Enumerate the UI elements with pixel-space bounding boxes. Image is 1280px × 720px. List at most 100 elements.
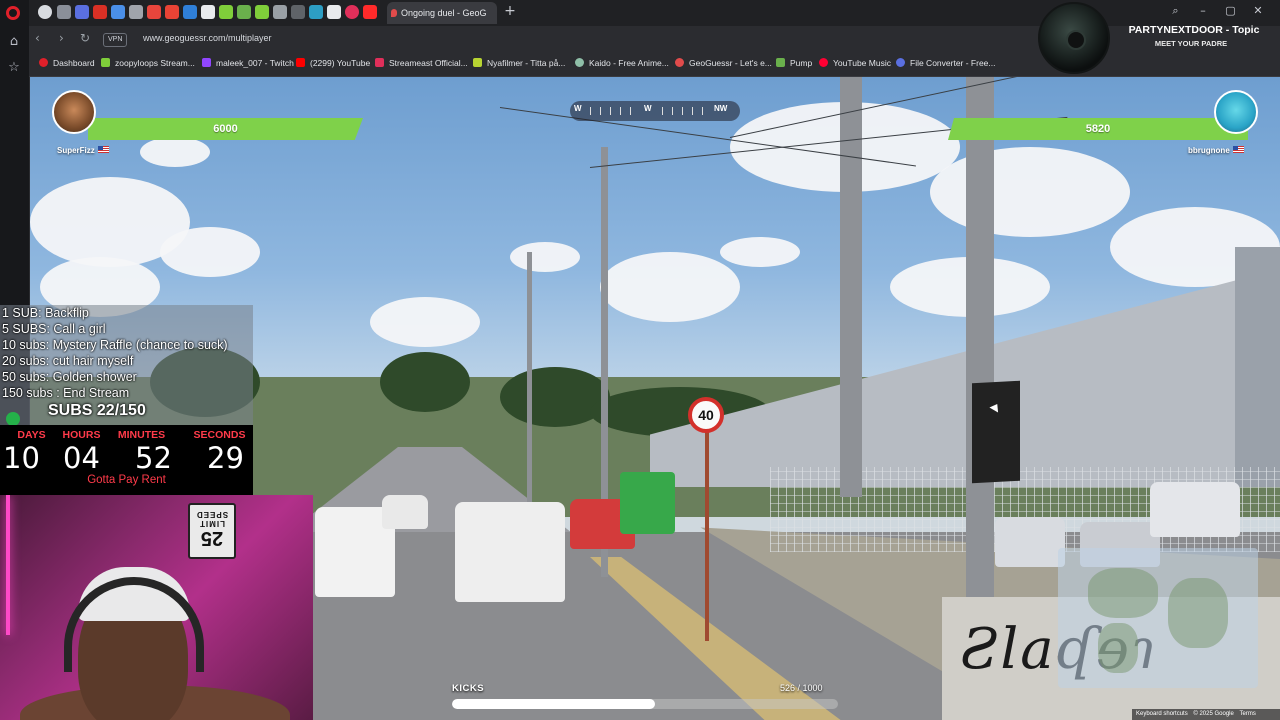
building-wall [1235, 247, 1280, 487]
player1-name[interactable]: SuperFizz [57, 146, 109, 155]
opera-logo-icon[interactable] [6, 6, 20, 20]
active-tab[interactable]: Ongoing duel - GeoG [387, 2, 497, 24]
now-playing-title: PARTYNEXTDOOR - Topic [1128, 24, 1260, 36]
copyright-text: © 2025 Google [1193, 711, 1234, 717]
maximize-icon[interactable]: ▢ [1219, 4, 1243, 17]
keyboard-shortcuts-link[interactable]: Keyboard shortcuts [1136, 711, 1188, 717]
kicks-label: KICKS [452, 683, 485, 694]
bookmark-favicon-icon [819, 58, 828, 67]
tab-favicon-icon[interactable] [255, 5, 269, 19]
webcam-feed: SPEED LIMIT 25 [0, 495, 313, 720]
tab-favicon-icon[interactable] [57, 5, 71, 19]
bookmark-favicon-icon [296, 58, 305, 67]
geoguessr-pin-icon [391, 9, 397, 17]
countdown-caption: Gotta Pay Rent [87, 474, 166, 486]
compass-tick [662, 107, 663, 115]
terms-link[interactable]: Terms [1240, 711, 1256, 717]
bookmark-item[interactable]: GeoGuessr - Let's e... [675, 58, 772, 68]
tab-favicon-icon[interactable] [183, 5, 197, 19]
bookmark-item[interactable]: Kaido - Free Anime... [575, 58, 669, 68]
bookmark-item[interactable]: maleek_007 - Twitch [202, 58, 294, 68]
tab-favicon-icon[interactable] [291, 5, 305, 19]
street-light-pole [527, 252, 532, 502]
back-icon[interactable]: ‹ [35, 31, 40, 45]
compass-tick [590, 107, 591, 115]
pole-advert-sign [972, 380, 1020, 484]
bookmark-favicon-icon [776, 58, 785, 67]
tab-favicon-icon[interactable] [237, 5, 251, 19]
tab-favicon-icon[interactable] [363, 5, 377, 19]
player1-health: 6000 [213, 123, 238, 135]
car [382, 495, 428, 529]
bookmark-item[interactable]: File Converter - Free... [896, 58, 996, 68]
reload-icon[interactable]: ↻ [80, 31, 90, 45]
countdown-seconds: 29 [207, 441, 244, 475]
vpn-badge[interactable]: VPN [103, 33, 128, 47]
tab-favicon-icon[interactable] [129, 5, 143, 19]
tab-favicon-icon[interactable] [111, 5, 125, 19]
us-flag-icon [97, 146, 109, 153]
close-icon[interactable]: ✕ [1246, 4, 1270, 17]
pinboard-icon[interactable]: ☆ [6, 60, 22, 76]
player2-avatar[interactable] [1214, 90, 1258, 134]
tab-favicon-icon[interactable] [93, 5, 107, 19]
tab-favicon-icon[interactable] [309, 5, 323, 19]
car [1150, 482, 1240, 537]
tab-favicon-icon[interactable] [147, 5, 161, 19]
bookmark-item[interactable]: Pump [776, 58, 812, 68]
cloud [930, 147, 1130, 237]
bookmark-item[interactable]: zoopyloops Stream... [101, 58, 195, 68]
bookmark-favicon-icon [101, 58, 110, 67]
tab-favicon-icon[interactable] [273, 5, 287, 19]
kicks-progress-track [452, 699, 838, 709]
bookmark-item[interactable]: Streameast Official... [375, 58, 468, 68]
bookmark-item[interactable]: Nyafilmer - Titta på... [473, 58, 565, 68]
car [455, 502, 565, 602]
home-icon[interactable]: ⌂ [6, 34, 22, 50]
countdown-label-minutes: MINUTES [117, 429, 166, 441]
now-playing-album-art [1038, 2, 1110, 74]
tab-favicon-icon[interactable] [75, 5, 89, 19]
guess-minimap[interactable] [1058, 548, 1258, 688]
cloud [600, 252, 740, 322]
sub-goal-item: 5 SUBS: Call a girl [2, 322, 106, 336]
cloud [720, 237, 800, 267]
compass-tick [682, 107, 683, 115]
map-footer: Keyboard shortcuts © 2025 Google Terms [1132, 709, 1280, 720]
bookmark-item[interactable]: YouTube Music [819, 58, 891, 68]
us-flag-icon [1232, 146, 1244, 153]
map-landmass [1098, 623, 1138, 673]
kicks-count: 526 / 1000 [780, 683, 823, 693]
player1-avatar[interactable] [52, 90, 96, 134]
url-field[interactable]: www.geoguessr.com/multiplayer [143, 33, 272, 43]
subs-counter: SUBS 22/150 [48, 402, 146, 419]
bookmark-favicon-icon [575, 58, 584, 67]
tab-favicon-icon[interactable] [165, 5, 179, 19]
player2-name[interactable]: bbrugnone [1188, 146, 1244, 155]
compass-tick [620, 107, 621, 115]
bookmark-item[interactable]: Dashboard [39, 58, 95, 68]
bookmark-favicon-icon [675, 58, 684, 67]
player2-health-bar: 5820 [948, 118, 1248, 140]
player1-health-bar: 6000 [88, 118, 363, 140]
tab-favicon-icon[interactable] [38, 5, 52, 19]
tab-favicon-icon[interactable] [345, 5, 359, 19]
bookmark-favicon-icon [375, 58, 384, 67]
minimize-icon[interactable]: – [1191, 4, 1215, 17]
utility-pole [966, 77, 994, 607]
compass-letter: NW [714, 104, 728, 113]
tab-favicon-icon[interactable] [219, 5, 233, 19]
tab-favicon-icon[interactable] [201, 5, 215, 19]
bookmark-item[interactable]: (2299) YouTube [296, 58, 370, 68]
search-tabs-icon[interactable]: ⌕ [1164, 4, 1188, 18]
new-tab-icon[interactable]: + [503, 4, 517, 18]
forward-icon[interactable]: › [59, 31, 64, 45]
compass-tick [630, 107, 631, 115]
sub-goal-item: 50 subs: Golden shower [2, 370, 137, 384]
bookmark-favicon-icon [202, 58, 211, 67]
now-playing-subtitle: MEET YOUR PADRE [1154, 39, 1228, 48]
cloud [160, 227, 260, 277]
tab-favicon-icon[interactable] [327, 5, 341, 19]
bookmark-favicon-icon [473, 58, 482, 67]
compass-tick [702, 107, 703, 115]
